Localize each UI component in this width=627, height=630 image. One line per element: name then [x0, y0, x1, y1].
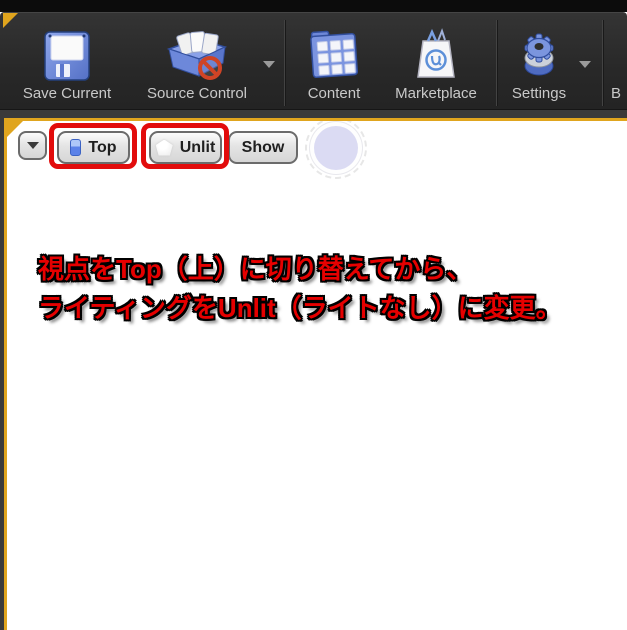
- viewport-options-button[interactable]: [18, 131, 47, 160]
- toolbar-item-label: Content: [307, 85, 361, 102]
- marketplace-bag-icon: [417, 28, 455, 78]
- source-control-box-icon: [166, 31, 228, 80]
- unlit-sphere-icon: [155, 139, 173, 156]
- annotation-line-2: ライティングをUnlit（ライトなし）に変更。: [38, 293, 562, 323]
- view-mode-button[interactable]: Top: [57, 131, 130, 164]
- show-flags-button[interactable]: Show: [228, 131, 298, 164]
- toolbar-separator: [284, 20, 285, 106]
- chevron-down-icon[interactable]: [579, 61, 591, 68]
- main-toolbar: Save Current Source Control Content Mark…: [0, 12, 627, 110]
- tutorial-annotation: 視点をTop（上）に切り替えてから、 ライティングをUnlit（ライトなし）に変…: [38, 250, 562, 328]
- toolbar-separator: [496, 20, 497, 106]
- blueprints-button-partial[interactable]: B: [611, 13, 627, 109]
- content-browser-button[interactable]: Content: [290, 13, 378, 109]
- viewport-selection-border: Top Unlit Show 視点をTop（上）に切り替えてから、 ライティング…: [4, 118, 627, 630]
- toolbar-item-label: B: [611, 85, 622, 102]
- content-browser-icon: [310, 30, 359, 79]
- chevron-down-icon: [26, 142, 39, 149]
- settings-gears-icon: [524, 33, 554, 76]
- toolbar-item-label: Save Current: [22, 85, 112, 102]
- marketplace-button[interactable]: Marketplace: [380, 13, 492, 109]
- toolbar-item-label: Source Control: [146, 85, 248, 102]
- settings-button[interactable]: Settings: [500, 13, 578, 109]
- annotation-line-1: 視点をTop（上）に切り替えてから、: [38, 254, 473, 284]
- lighting-mode-button[interactable]: Unlit: [149, 131, 222, 164]
- toolbar-item-label: Marketplace: [395, 85, 477, 102]
- save-current-button[interactable]: Save Current: [8, 13, 126, 109]
- top-view-icon: [70, 139, 82, 156]
- floppy-disk-icon: [44, 31, 90, 81]
- viewport-canvas[interactable]: Top Unlit Show 視点をTop（上）に切り替えてから、 ライティング…: [7, 121, 627, 630]
- toolbar-separator: [602, 20, 603, 106]
- chevron-down-icon[interactable]: [263, 61, 275, 68]
- window-top-strip: [0, 0, 627, 12]
- level-viewport[interactable]: Top Unlit Show 視点をTop（上）に切り替えてから、 ライティング…: [0, 110, 627, 630]
- show-flags-label: Show: [241, 138, 285, 156]
- gizmo-dial-icon: [314, 126, 358, 170]
- view-mode-label: Top: [88, 138, 117, 156]
- source-control-button[interactable]: Source Control: [132, 13, 262, 109]
- toolbar-item-label: Settings: [511, 85, 567, 102]
- lighting-mode-label: Unlit: [179, 138, 216, 156]
